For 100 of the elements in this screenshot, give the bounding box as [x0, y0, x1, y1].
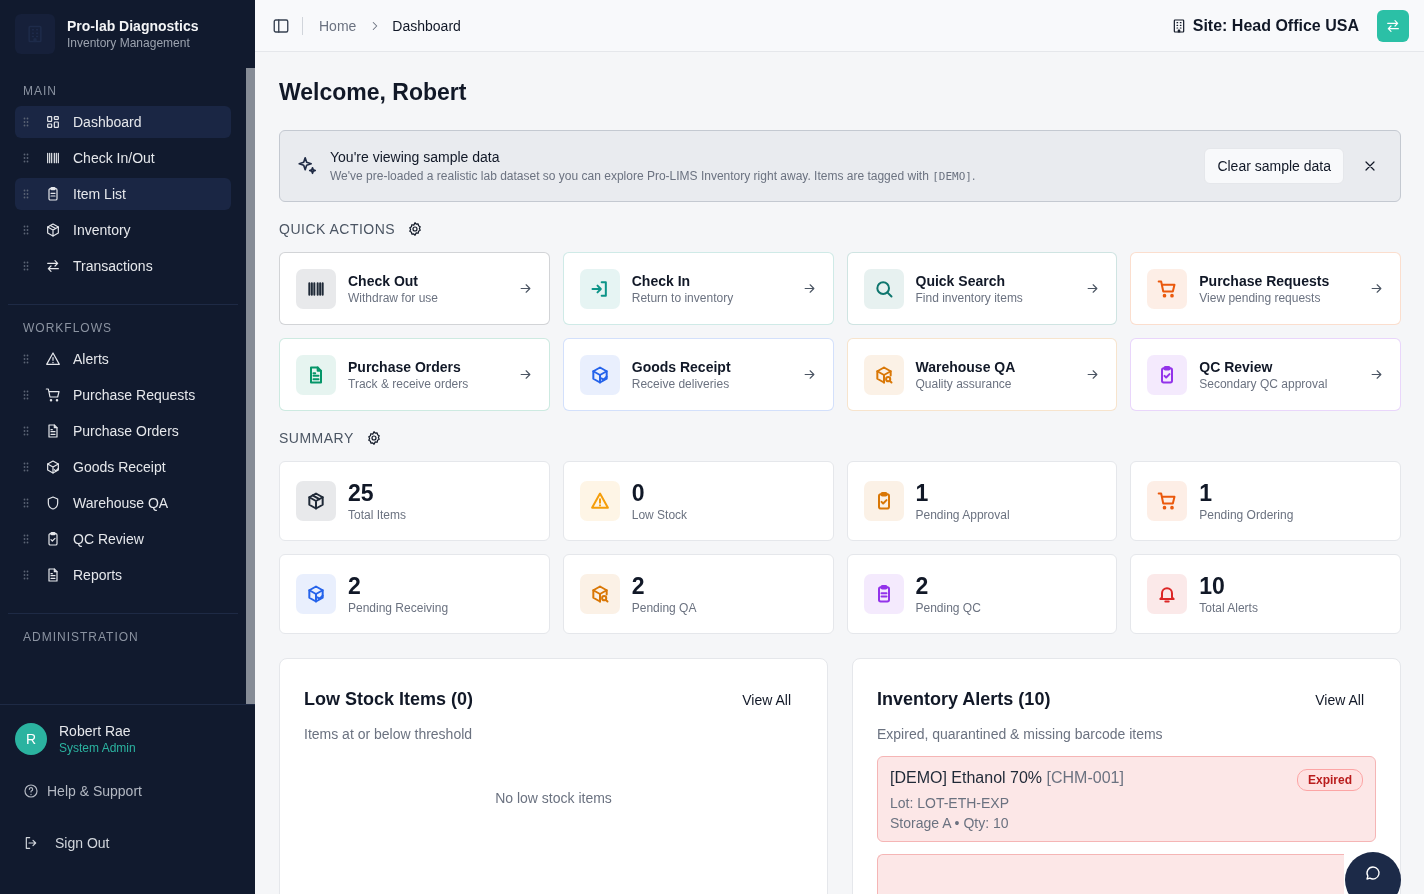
arrow-right-icon — [801, 281, 817, 296]
scrollbar[interactable] — [246, 68, 255, 704]
card-subtitle: View pending requests — [1199, 290, 1322, 305]
stat-value: 25 — [348, 480, 375, 506]
stat-label: Pending Receiving — [348, 601, 450, 615]
stat-value: 1 — [1199, 480, 1214, 506]
stat-value: 2 — [348, 573, 362, 599]
stat-value: 1 — [915, 480, 930, 506]
section-title: ADMINISTRATION — [22, 630, 140, 646]
drag-handle-icon[interactable] — [23, 426, 29, 436]
location-quantity: Storage A • Qty: 10 — [890, 815, 1010, 831]
nav-item[interactable]: Dashboard — [15, 106, 231, 138]
card-subtitle: Track & receive orders — [348, 376, 470, 391]
warning-icon — [45, 351, 61, 367]
nav-item[interactable]: Purchase Orders — [15, 415, 231, 447]
user-role: System Admin — [59, 741, 136, 755]
stat-value: 10 — [1199, 573, 1226, 599]
quick-action-card[interactable]: Goods Receipt Receive deliveries — [562, 338, 834, 411]
nav-item[interactable]: QC Review — [15, 523, 231, 555]
barcode-icon — [45, 150, 61, 166]
stat-label: Low Stock — [631, 508, 689, 522]
card-subtitle: Quality assurance — [915, 376, 1013, 391]
empty-message: No low stock items — [495, 790, 612, 806]
card-title: QC Review — [1199, 358, 1274, 375]
nav-item[interactable]: Transactions — [15, 250, 231, 282]
quick-action-card[interactable]: Check In Return to inventory — [562, 252, 834, 325]
card-subtitle: Receive deliveries — [631, 376, 731, 391]
drag-handle-icon[interactable] — [23, 390, 29, 400]
stat-label: Pending Approval — [915, 508, 1011, 522]
footer-link[interactable]: Sign Out — [15, 827, 240, 859]
swap-arrows-icon — [45, 258, 61, 274]
nav-item[interactable]: Warehouse QA — [15, 487, 231, 519]
stat-label: Pending Ordering — [1199, 508, 1295, 522]
shield-icon — [45, 495, 61, 511]
view-all-link[interactable]: View All — [742, 691, 791, 708]
sparkles-icon — [296, 155, 318, 177]
drag-handle-icon[interactable] — [23, 189, 29, 199]
view-all-link[interactable]: View All — [1315, 691, 1364, 708]
banner-title: You're viewing sample data — [330, 149, 501, 165]
quick-action-card[interactable]: Warehouse QA Quality assurance — [846, 338, 1118, 411]
quick-action-card[interactable]: Purchase Orders Track & receive orders — [279, 338, 550, 411]
avatar: R — [15, 723, 47, 755]
sign-out-icon — [23, 835, 39, 851]
drag-handle-icon[interactable] — [23, 570, 29, 580]
nav-item[interactable]: Reports — [15, 559, 231, 591]
quick-action-card[interactable]: QC Review Secondary QC approval — [1130, 338, 1401, 411]
arrow-right-icon — [1369, 367, 1384, 382]
stat-label: Pending QC — [915, 601, 982, 615]
footer-link[interactable]: Help & Support — [15, 775, 240, 807]
card-subtitle: Withdraw for use — [348, 290, 440, 305]
drag-handle-icon[interactable] — [23, 225, 29, 235]
section-heading: QUICK ACTIONS — [279, 221, 396, 237]
arrow-right-icon — [801, 367, 817, 382]
nav-item[interactable]: Goods Receipt — [15, 451, 231, 483]
alert-card[interactable]: [DEMO] Ethanol 70% [CHM-001] Expired Lot: LOT-ETH-EXP Storage A • Qty: 10 — [877, 756, 1376, 842]
drag-handle-icon[interactable] — [23, 354, 29, 364]
arrow-right-icon — [517, 367, 533, 382]
stat-label: Total Items — [348, 508, 408, 522]
card-subtitle: Secondary QC approval — [1199, 376, 1329, 391]
drag-handle-icon[interactable] — [23, 534, 29, 544]
section-title: MAIN — [22, 84, 58, 100]
document-icon — [45, 423, 61, 439]
stat-label: Pending QA — [631, 601, 698, 615]
user-name: Robert Rae — [59, 723, 132, 739]
breadcrumb[interactable]: Home — [319, 17, 357, 34]
card-title: Purchase Orders — [348, 358, 462, 375]
stat-value: 2 — [915, 573, 930, 599]
drag-handle-icon[interactable] — [23, 498, 29, 508]
nav-item[interactable]: Item List — [15, 178, 231, 210]
drag-handle-icon[interactable] — [23, 153, 29, 163]
card-title: Purchase Requests — [1199, 272, 1331, 289]
settings-icon[interactable] — [365, 430, 382, 446]
nav-item[interactable]: Purchase Requests — [15, 379, 231, 411]
clipboard-check-icon — [45, 531, 61, 547]
sidebar-toggle-icon[interactable] — [272, 16, 290, 35]
nav-item[interactable]: Inventory — [15, 214, 231, 246]
status-badge: Expired — [1297, 769, 1363, 791]
nav-item[interactable]: Check In/Out — [15, 142, 231, 174]
panel-subtitle: Expired, quarantined & missing barcode items — [877, 726, 1164, 742]
switch-site-button[interactable] — [1377, 9, 1409, 42]
drag-handle-icon[interactable] — [23, 462, 29, 472]
panel-title: Inventory Alerts (10) — [877, 689, 1051, 710]
org-name: Pro-lab Diagnostics — [67, 18, 199, 34]
card-title: Goods Receipt — [631, 358, 732, 375]
quick-action-card[interactable]: Quick Search Find inventory items — [846, 252, 1118, 325]
quick-action-card[interactable]: Purchase Requests View pending requests — [1130, 252, 1401, 325]
drag-handle-icon[interactable] — [23, 117, 29, 127]
clear-sample-data-button[interactable]: Clear sample data — [1204, 148, 1344, 184]
drag-handle-icon[interactable] — [23, 261, 29, 271]
document-icon — [45, 567, 61, 583]
quick-action-card[interactable]: Check Out Withdraw for use — [279, 252, 550, 325]
settings-icon[interactable] — [407, 221, 424, 237]
arrow-right-icon — [517, 281, 533, 296]
section-title: WORKFLOWS — [22, 321, 113, 337]
chat-icon — [1364, 864, 1382, 882]
banner-text: We've pre-loaded a realistic lab dataset so you can explore Pro-LIMS Inventory right away. Items are tagged with [DEMO]. — [330, 169, 977, 183]
nav-item[interactable]: Alerts — [15, 343, 231, 375]
card-subtitle: Find inventory items — [915, 290, 1024, 305]
package-icon — [45, 222, 61, 238]
arrow-right-icon — [1085, 281, 1101, 296]
